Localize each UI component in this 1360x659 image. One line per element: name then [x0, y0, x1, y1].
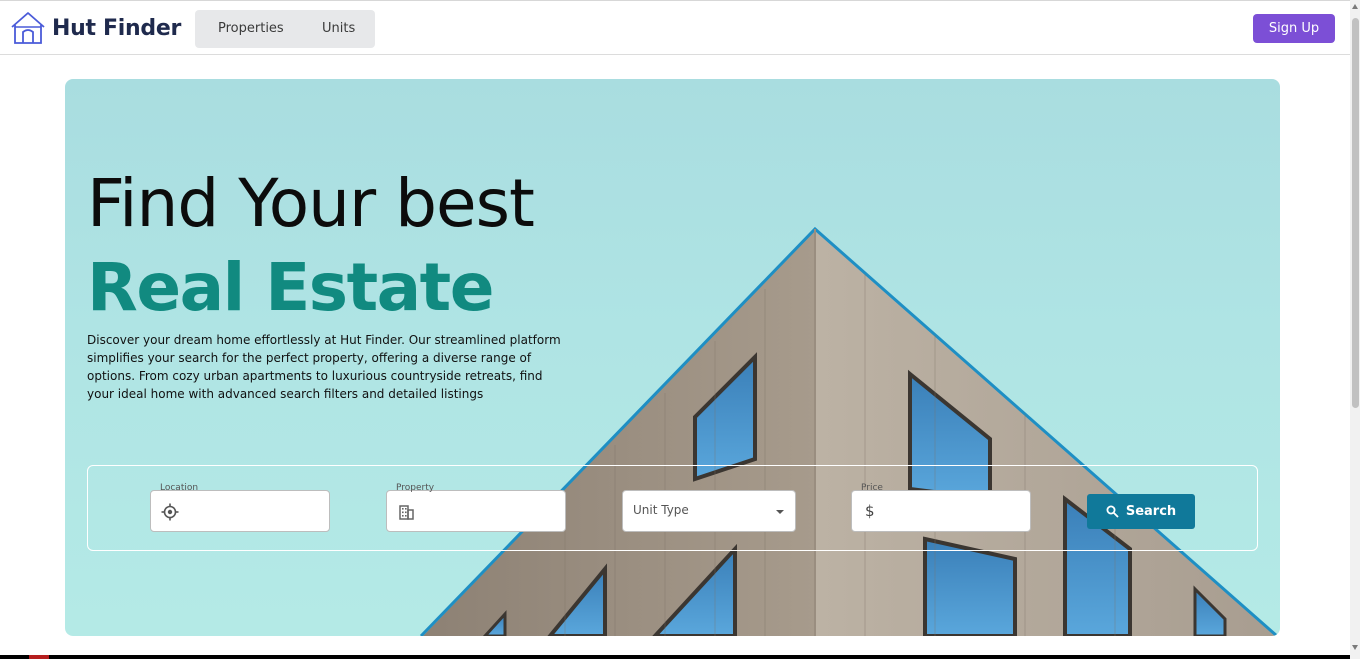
- price-field[interactable]: Price $: [851, 483, 1031, 532]
- sign-up-button[interactable]: Sign Up: [1253, 14, 1335, 43]
- hero-title-line1: Find Your best: [87, 165, 535, 242]
- unit-type-select[interactable]: Unit Type: [622, 490, 796, 532]
- hero-description: Discover your dream home effortlessly at…: [87, 333, 561, 401]
- scroll-down-arrow-icon[interactable]: [1352, 645, 1358, 650]
- bottom-edge-marker: [29, 655, 49, 659]
- property-field[interactable]: Property: [386, 483, 566, 532]
- search-bar: Location Property Unit Type Price $ Sear…: [87, 465, 1258, 551]
- magnifier-icon: [1106, 505, 1119, 518]
- property-input[interactable]: [421, 497, 551, 525]
- house-icon: [11, 12, 45, 44]
- unit-type-placeholder: Unit Type: [633, 503, 689, 517]
- brand-name: Hut Finder: [52, 15, 182, 41]
- bottom-edge-bar: [0, 655, 1350, 659]
- property-label: Property: [394, 483, 437, 493]
- search-button-label: Search: [1125, 504, 1177, 519]
- scroll-up-arrow-icon[interactable]: [1352, 4, 1358, 9]
- main-nav: Properties Units: [195, 10, 375, 48]
- page-scrollbar[interactable]: [1350, 0, 1360, 659]
- brand-logo[interactable]: Hut Finder: [10, 10, 181, 46]
- crosshair-location-icon: [161, 503, 179, 521]
- location-label: Location: [158, 483, 201, 493]
- price-input[interactable]: [886, 497, 1016, 525]
- top-navbar: Hut Finder Properties Units Sign Up: [0, 0, 1350, 55]
- scrollbar-thumb[interactable]: [1352, 18, 1359, 408]
- building-icon: [399, 505, 414, 520]
- location-field[interactable]: Location: [150, 483, 330, 532]
- dollar-icon: $: [865, 502, 875, 520]
- search-button[interactable]: Search: [1087, 494, 1195, 529]
- nav-item-units[interactable]: Units: [322, 21, 355, 36]
- nav-item-properties[interactable]: Properties: [218, 21, 284, 36]
- price-label: Price: [859, 483, 885, 493]
- hero-banner: Find Your best Real Estate Discover your…: [65, 79, 1280, 636]
- location-input[interactable]: [185, 497, 315, 525]
- hero-title-line2: Real Estate: [87, 249, 495, 326]
- chevron-down-icon: [776, 510, 784, 514]
